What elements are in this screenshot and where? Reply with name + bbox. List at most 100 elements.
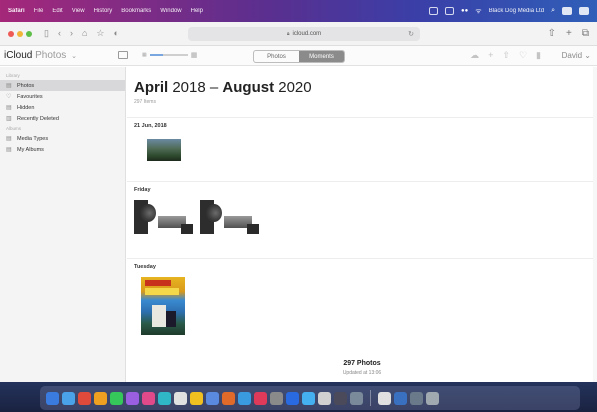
status-window-icon[interactable] <box>445 7 455 15</box>
sidebar-item-hidden[interactable]: ▤ Hidden <box>0 102 125 113</box>
sidebar-panel-icon[interactable] <box>118 51 128 59</box>
page-title: April 2018 – August 2020 <box>134 79 312 96</box>
menu-app-safari[interactable]: Safari <box>8 8 25 14</box>
zoom-fill <box>149 54 164 56</box>
siri-icon[interactable] <box>579 7 589 15</box>
dock-app-icon[interactable] <box>126 391 139 405</box>
tab-overview-icon[interactable]: ⧉ <box>582 28 589 39</box>
photo-grid: April 2018 – August 2020 297 Items 21 Ju… <box>127 67 597 382</box>
dock-app-icon[interactable] <box>286 391 299 405</box>
photo-thumbnail[interactable] <box>141 277 185 335</box>
minimize-window-button[interactable] <box>17 30 23 37</box>
section-label[interactable]: Friday <box>134 187 151 193</box>
menu-window[interactable]: Window <box>160 8 181 14</box>
tab-moments[interactable]: Moments <box>299 51 344 62</box>
forward-icon[interactable]: › <box>70 29 73 38</box>
favorite-heart-icon[interactable]: ♡ <box>519 50 527 61</box>
account-menu[interactable]: Black Dog Media Ltd <box>489 8 544 14</box>
photo-thumbnail[interactable] <box>134 200 193 234</box>
sidebar-item-recently-deleted[interactable]: ▥ Recently Deleted <box>0 113 125 124</box>
dock-app-icon[interactable] <box>350 391 363 405</box>
share-icon[interactable]: ⇧ <box>548 28 556 39</box>
shield-icon[interactable]: ◐ <box>113 29 118 38</box>
dock-app-icon[interactable] <box>142 391 155 405</box>
wifi-icon[interactable]: ᯤ <box>475 7 481 16</box>
title-end-year: 2020 <box>278 79 312 96</box>
status-menu-icon[interactable]: ●● <box>461 8 468 14</box>
control-center-icon[interactable] <box>562 7 572 15</box>
favorites-star-icon[interactable]: ☆ <box>96 29 104 38</box>
dock-app-icon[interactable] <box>238 391 251 405</box>
add-icon[interactable]: + <box>488 50 493 61</box>
dock-app-icon[interactable] <box>158 391 171 405</box>
delete-trash-icon[interactable]: ▮ <box>536 50 541 61</box>
dock-app-icon[interactable] <box>334 391 347 405</box>
dock-app-icon[interactable] <box>270 391 283 405</box>
sidebar-heading-library: Library <box>6 73 20 78</box>
home-icon[interactable]: ⌂ <box>82 29 87 38</box>
dock-app-icon[interactable] <box>78 391 91 405</box>
scrollbar[interactable] <box>593 67 597 382</box>
dock-app-icon[interactable] <box>410 391 423 405</box>
app-title-sub: Photos <box>35 50 67 61</box>
section-divider <box>127 117 597 118</box>
item-count: 297 Items <box>134 99 156 105</box>
zoom-slider[interactable]: ▦ ▦ <box>142 51 197 59</box>
spotlight-search-icon[interactable]: ⌕ <box>551 7 555 15</box>
upload-icon[interactable]: ☁ <box>470 50 479 61</box>
sidebar-toggle-icon[interactable]: ▯ <box>44 29 49 38</box>
status-screen-icon[interactable] <box>429 7 439 15</box>
user-name: David <box>561 51 583 60</box>
dock-app-icon[interactable] <box>94 391 107 405</box>
sidebar-item-media-types[interactable]: ▤ Media Types <box>0 133 125 144</box>
dock-app-icon[interactable] <box>174 391 187 405</box>
share-photo-icon[interactable]: ⇧ <box>502 50 510 61</box>
section-divider <box>127 181 597 182</box>
menu-edit[interactable]: Edit <box>52 8 62 14</box>
close-window-button[interactable] <box>8 30 14 37</box>
address-bar[interactable]: 🔒︎ icloud.com ↻ <box>188 27 420 41</box>
user-menu[interactable]: David ⌄ <box>562 51 591 60</box>
dock-app-icon[interactable] <box>46 391 59 405</box>
sidebar-item-label: Media Types <box>17 135 49 142</box>
dock-app-icon[interactable] <box>190 391 203 405</box>
dock-app-icon[interactable] <box>394 391 407 405</box>
reload-icon[interactable]: ↻ <box>408 30 414 38</box>
section-label[interactable]: 21 Jun, 2018 <box>134 123 167 129</box>
menu-help[interactable]: Help <box>191 8 203 14</box>
dock-app-icon[interactable] <box>254 391 267 405</box>
menu-file[interactable]: File <box>34 8 44 14</box>
zoom-small-icon: ▦ <box>142 52 147 58</box>
sidebar-item-favourites[interactable]: ♡ Favourites <box>0 91 125 102</box>
menu-bookmarks[interactable]: Bookmarks <box>121 8 151 14</box>
tab-photos[interactable]: Photos <box>254 51 299 62</box>
dock-separator <box>370 390 371 406</box>
footer-updated-time: Updated at 13:06 <box>342 370 382 376</box>
dock-app-icon[interactable] <box>62 391 75 405</box>
title-start-year: 2018 <box>172 79 206 96</box>
zoom-large-icon: ▦ <box>190 52 198 59</box>
menu-history[interactable]: History <box>94 8 113 14</box>
dock-app-icon[interactable] <box>378 391 391 405</box>
dock-app-icon[interactable] <box>206 391 219 405</box>
dock-app-icon[interactable] <box>302 391 315 405</box>
back-icon[interactable]: ‹ <box>58 29 61 38</box>
new-tab-icon[interactable]: + <box>566 28 572 39</box>
dock-app-icon[interactable] <box>110 391 123 405</box>
section-label[interactable]: Tuesday <box>134 264 156 270</box>
dock-app-icon[interactable] <box>426 391 439 405</box>
menu-view[interactable]: View <box>72 8 85 14</box>
zoom-track[interactable] <box>149 54 188 56</box>
sidebar-item-my-albums[interactable]: ▤ My Albums <box>0 144 125 155</box>
photo-thumbnail[interactable] <box>147 139 181 161</box>
photo-thumbnail[interactable] <box>200 200 259 234</box>
sidebar: Library ▤ Photos ♡ Favourites ▤ Hidden ▥… <box>0 67 126 382</box>
hidden-icon: ▤ <box>6 105 12 111</box>
sidebar-item-photos[interactable]: ▤ Photos <box>0 80 125 91</box>
zoom-window-button[interactable] <box>26 30 32 37</box>
content-area: Library ▤ Photos ♡ Favourites ▤ Hidden ▥… <box>0 67 597 382</box>
dock-app-icon[interactable] <box>318 391 331 405</box>
app-title[interactable]: iCloud Photos ⌄ <box>4 50 77 61</box>
section-divider <box>127 258 597 259</box>
dock-app-icon[interactable] <box>222 391 235 405</box>
